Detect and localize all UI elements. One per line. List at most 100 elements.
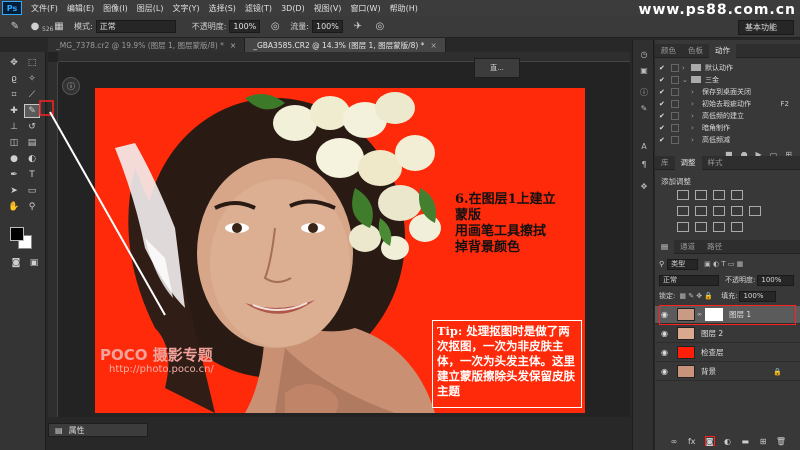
close-icon[interactable]: × xyxy=(230,41,236,50)
check-icon[interactable]: ✔ xyxy=(659,88,668,96)
menu-filter[interactable]: 滤镜(T) xyxy=(245,3,272,14)
document-canvas[interactable]: 6.在图层1上建立 蒙版 用画笔工具擦拭 掉背景颜色 Tip: 处理抠图时是做了… xyxy=(95,88,585,413)
dialog-toggle[interactable] xyxy=(671,123,679,132)
threshold-icon[interactable] xyxy=(713,222,725,232)
workspace-select[interactable]: 基本功能 xyxy=(738,20,794,35)
photo-filter-icon[interactable] xyxy=(749,206,761,216)
gradient-tool-icon[interactable]: ▤ xyxy=(24,136,40,150)
color-balance-icon[interactable] xyxy=(713,206,725,216)
dialog-toggle[interactable] xyxy=(671,135,679,144)
tab-paths[interactable]: 路径 xyxy=(701,240,728,254)
menu-select[interactable]: 选择(S) xyxy=(209,3,236,14)
layer-row-layer2[interactable]: ◉ 图层 2 xyxy=(655,325,800,343)
clone-stamp-tool-icon[interactable]: ⊥ xyxy=(6,120,22,134)
exposure-icon[interactable] xyxy=(731,190,743,200)
layer-row-background[interactable]: ◉ 背景 🔒 xyxy=(655,363,800,381)
quick-select-tool-icon[interactable]: ✧ xyxy=(24,72,40,86)
chevron-right-icon[interactable]: › xyxy=(691,124,698,132)
new-group-icon[interactable]: ▬ xyxy=(740,436,750,446)
screen-mode-icon[interactable]: ▣ xyxy=(26,256,42,270)
brush-panel-icon[interactable]: ✎ xyxy=(637,102,651,114)
info-panel-icon[interactable]: ⓘ xyxy=(637,86,651,98)
dialog-toggle[interactable] xyxy=(671,63,679,72)
layer-kind-select[interactable]: 类型 xyxy=(667,258,699,270)
menu-type[interactable]: 文字(Y) xyxy=(172,3,199,14)
doc-tab-mg7378[interactable]: _MG_7378.cr2 @ 19.9% (图层 1, 图层蒙版/8) * × xyxy=(48,38,246,52)
check-icon[interactable]: ✔ xyxy=(659,76,668,84)
eyedropper-tool-icon[interactable]: ⟋ xyxy=(24,88,40,102)
new-layer-icon[interactable]: ⊞ xyxy=(758,436,768,446)
tab-libraries[interactable]: 库 xyxy=(655,156,675,170)
check-icon[interactable]: ✔ xyxy=(659,100,668,108)
rectangle-tool-icon[interactable]: ▭ xyxy=(24,184,40,198)
pressure-opacity-icon[interactable]: ◎ xyxy=(268,20,282,34)
zoom-tool-icon[interactable]: ⚲ xyxy=(24,200,40,214)
posterize-icon[interactable] xyxy=(695,222,707,232)
action-item[interactable]: ✔ › 保存到桌面关闭 xyxy=(655,86,795,97)
quick-mask-icon[interactable]: ◙ xyxy=(8,256,24,270)
chevron-right-icon[interactable]: › xyxy=(691,88,698,96)
check-icon[interactable]: ✔ xyxy=(659,64,668,72)
layer-row-check[interactable]: ◉ 检查层 xyxy=(655,344,800,362)
link-layers-icon[interactable]: ∞ xyxy=(669,436,679,446)
pen-tool-icon[interactable]: ✒ xyxy=(6,168,22,182)
path-select-tool-icon[interactable]: ➤ xyxy=(6,184,22,198)
pressure-size-icon[interactable]: ◎ xyxy=(373,20,387,34)
histogram-float-panel[interactable]: 直... xyxy=(474,58,520,78)
chevron-right-icon[interactable]: › xyxy=(691,136,698,144)
tab-styles[interactable]: 样式 xyxy=(702,156,729,170)
adjustment-layer-icon[interactable]: ◐ xyxy=(722,436,732,446)
hue-saturation-icon[interactable] xyxy=(695,206,707,216)
selective-color-icon[interactable] xyxy=(731,222,743,232)
action-set-sanjin[interactable]: ✔ ⌄ 三金 xyxy=(655,74,795,85)
dodge-tool-icon[interactable]: ◐ xyxy=(24,152,40,166)
eye-icon[interactable]: ◉ xyxy=(661,348,671,357)
dialog-toggle[interactable] xyxy=(671,75,679,84)
black-white-icon[interactable] xyxy=(731,206,743,216)
chevron-down-icon[interactable]: ⌄ xyxy=(682,76,689,84)
action-item[interactable]: ✔ › 暗角制作 xyxy=(655,122,795,133)
opacity-input[interactable]: 100% xyxy=(229,20,261,33)
tab-channels[interactable]: 通道 xyxy=(674,240,701,254)
check-icon[interactable]: ✔ xyxy=(659,112,668,120)
properties-panel-tab[interactable]: ▤ 属性 xyxy=(48,423,148,437)
blend-mode-select[interactable]: 正常 xyxy=(659,274,719,286)
healing-brush-tool-icon[interactable]: ✚ xyxy=(6,104,22,118)
dialog-toggle[interactable] xyxy=(671,87,679,96)
menu-image[interactable]: 图像(I) xyxy=(103,3,128,14)
dialog-toggle[interactable] xyxy=(671,111,679,120)
eraser-tool-icon[interactable]: ◫ xyxy=(6,136,22,150)
action-item[interactable]: ✔ › 高低频的建立 xyxy=(655,110,795,121)
fill-input[interactable]: 100% xyxy=(739,290,777,302)
tool-presets-icon[interactable]: ✥ xyxy=(637,180,651,192)
menu-edit[interactable]: 编辑(E) xyxy=(67,3,94,14)
action-set-default[interactable]: ✔ › 默认动作 xyxy=(655,62,795,73)
flow-input[interactable]: 100% xyxy=(311,20,343,33)
menu-file[interactable]: 文件(F) xyxy=(31,3,58,14)
chevron-right-icon[interactable]: › xyxy=(682,64,689,72)
history-icon[interactable]: ◷ xyxy=(637,48,651,60)
tab-layers[interactable]: ▤ xyxy=(655,239,675,254)
menu-view[interactable]: 视图(V) xyxy=(314,3,342,14)
filter-icons[interactable]: ▣ ◐ T ▭ ▦ xyxy=(704,260,743,268)
curves-icon[interactable] xyxy=(713,190,725,200)
chevron-right-icon[interactable]: › xyxy=(691,100,698,108)
airbrush-icon[interactable]: ✈ xyxy=(351,20,365,34)
hand-tool-icon[interactable]: ✋ xyxy=(6,200,22,214)
menu-3d[interactable]: 3D(D) xyxy=(281,4,305,13)
character-icon[interactable]: A xyxy=(637,140,651,152)
lock-icons[interactable]: ▦ ✎ ✥ 🔒 xyxy=(679,292,713,300)
close-icon[interactable]: × xyxy=(430,41,436,50)
check-icon[interactable]: ✔ xyxy=(659,124,668,132)
info-icon[interactable]: ⓘ xyxy=(62,77,80,95)
history-brush-tool-icon[interactable]: ↺ xyxy=(24,120,40,134)
invert-icon[interactable] xyxy=(677,222,689,232)
brush-settings-icon[interactable]: ▦ xyxy=(52,20,66,34)
tab-swatches[interactable]: 色板 xyxy=(682,44,709,58)
layer-opacity-input[interactable]: 100% xyxy=(757,274,795,286)
mode-select[interactable]: 正常 xyxy=(95,20,176,33)
eye-icon[interactable]: ◉ xyxy=(661,367,671,376)
action-item[interactable]: ✔ › 高低频减 xyxy=(655,134,795,145)
trash-icon[interactable]: 🗑 xyxy=(776,436,786,446)
brush-preset-picker-icon[interactable]: ● xyxy=(28,20,42,34)
